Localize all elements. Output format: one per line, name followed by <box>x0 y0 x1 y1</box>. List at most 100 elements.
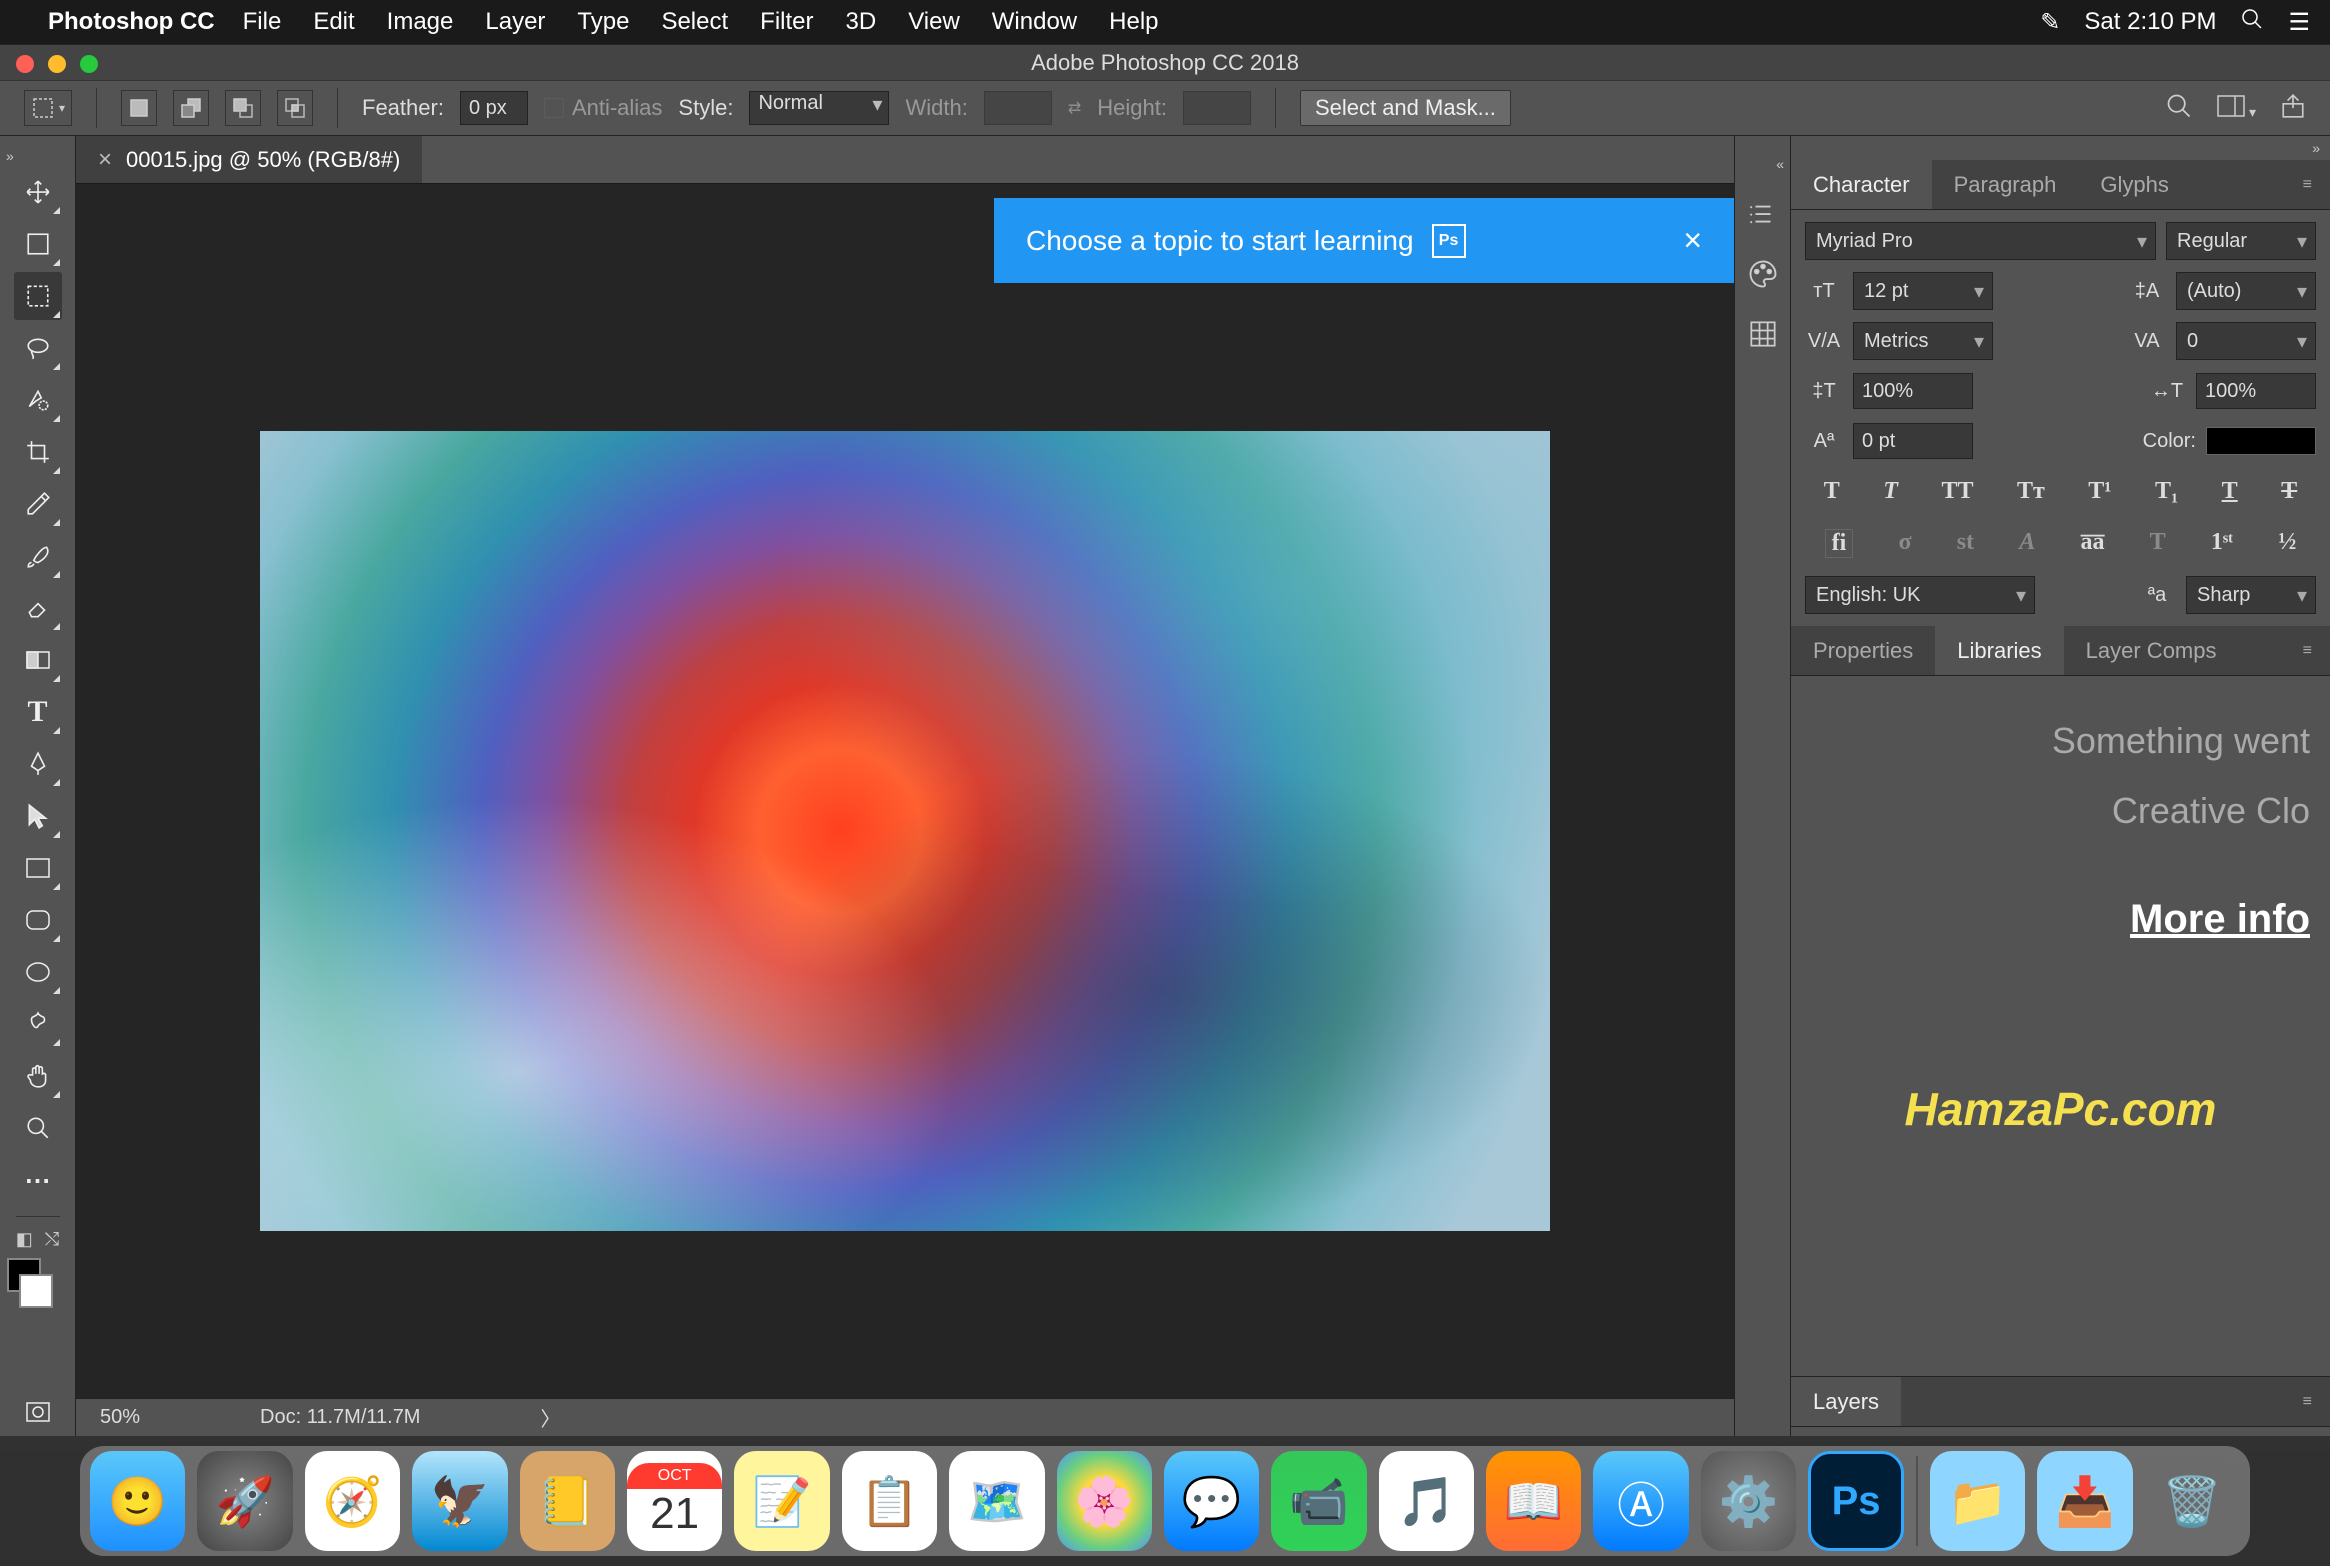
add-selection-icon[interactable] <box>173 90 209 126</box>
dock-facetime[interactable]: 📹 <box>1271 1451 1366 1551</box>
dock-system-preferences[interactable]: ⚙️ <box>1701 1451 1796 1551</box>
contextual-alt-button[interactable]: σ <box>1898 529 1911 558</box>
kerning-dropdown[interactable]: Metrics <box>1853 322 1993 360</box>
tracking-dropdown[interactable]: 0 <box>2176 322 2316 360</box>
history-icon[interactable] <box>1745 196 1781 232</box>
dock-photoshop[interactable]: Ps <box>1808 1451 1904 1551</box>
workspace-switcher-icon[interactable]: ▾ <box>2217 95 2256 122</box>
dock-safari[interactable]: 🧭 <box>305 1451 400 1551</box>
document-tab[interactable]: × 00015.jpg @ 50% (RGB/8#) <box>76 136 422 183</box>
dock-trash[interactable]: 🗑️ <box>2145 1451 2240 1551</box>
dock-reminders[interactable]: 📋 <box>842 1451 937 1551</box>
select-and-mask-button[interactable]: Select and Mask... <box>1300 90 1511 126</box>
tooltip-close-icon[interactable]: × <box>1683 222 1702 259</box>
canvas[interactable]: Choose a topic to start learning Ps × <box>76 184 1734 1398</box>
menu-window[interactable]: Window <box>992 8 1077 36</box>
menubar-datetime[interactable]: Sat 2:10 PM <box>2084 8 2216 36</box>
menu-select[interactable]: Select <box>661 8 728 36</box>
horiz-scale-input[interactable] <box>2196 373 2316 409</box>
crop-tool[interactable] <box>14 428 62 476</box>
subscript-button[interactable]: T₁ <box>2155 478 2178 505</box>
swash-button[interactable]: A <box>2019 529 2035 558</box>
allcaps-button[interactable]: TT <box>1941 478 1973 505</box>
smallcaps-button[interactable]: Tᴛ <box>2017 478 2045 505</box>
baseline-shift-input[interactable] <box>1853 423 1973 459</box>
menu-3d[interactable]: 3D <box>846 8 877 36</box>
ligatures-button[interactable]: fi <box>1825 529 1854 558</box>
edit-toolbar-icon[interactable]: ⋯ <box>14 1156 62 1204</box>
panels-collapse-icon[interactable]: » <box>1791 136 2330 160</box>
dock-itunes[interactable]: 🎵 <box>1379 1451 1474 1551</box>
menu-edit[interactable]: Edit <box>313 8 354 36</box>
menu-view[interactable]: View <box>908 8 960 36</box>
dock-launchpad[interactable]: 🚀 <box>197 1451 292 1551</box>
tab-libraries[interactable]: Libraries <box>1935 626 2063 675</box>
dock-calendar[interactable]: OCT 21 <box>627 1451 722 1551</box>
bold-button[interactable]: T <box>1824 478 1840 505</box>
fractions-button[interactable]: ½ <box>2278 529 2296 558</box>
lasso-tool[interactable] <box>14 324 62 372</box>
more-info-link[interactable]: More info <box>2130 897 2310 942</box>
dock-applications-folder[interactable]: 📁 <box>1930 1451 2025 1551</box>
tab-properties[interactable]: Properties <box>1791 626 1935 675</box>
zoom-tool[interactable] <box>14 1104 62 1152</box>
text-color-swatch[interactable] <box>2206 427 2316 455</box>
eraser-tool[interactable] <box>14 584 62 632</box>
subtract-selection-icon[interactable] <box>225 90 261 126</box>
menu-file[interactable]: File <box>243 8 282 36</box>
menu-type[interactable]: Type <box>577 8 629 36</box>
superscript-button[interactable]: T¹ <box>2088 478 2111 505</box>
dock-messages[interactable]: 💬 <box>1164 1451 1259 1551</box>
quick-selection-tool[interactable] <box>14 376 62 424</box>
rectangle-tool[interactable] <box>14 844 62 892</box>
tab-paragraph[interactable]: Paragraph <box>1932 160 2079 209</box>
color-swatches[interactable] <box>13 1258 63 1308</box>
italic-button[interactable]: T <box>1883 478 1898 505</box>
vert-scale-input[interactable] <box>1853 373 1973 409</box>
style-dropdown[interactable]: Normal <box>749 91 889 125</box>
dock-notes[interactable]: 📝 <box>734 1451 829 1551</box>
menu-layer[interactable]: Layer <box>485 8 545 36</box>
dock-photos[interactable]: 🌸 <box>1057 1451 1152 1551</box>
status-flyout-icon[interactable]: 〉 <box>540 1403 560 1432</box>
window-close-button[interactable] <box>16 55 34 73</box>
grid-icon[interactable] <box>1745 316 1781 352</box>
menu-filter[interactable]: Filter <box>760 8 813 36</box>
font-size-dropdown[interactable]: 12 pt <box>1853 272 1993 310</box>
hand-tool[interactable] <box>14 1052 62 1100</box>
dock-mail[interactable]: 🦅 <box>412 1451 507 1551</box>
feather-input[interactable] <box>460 91 528 125</box>
default-colors-icon[interactable]: ◧ <box>16 1229 33 1250</box>
notification-center-icon[interactable]: ☰ <box>2288 8 2310 37</box>
background-color[interactable] <box>19 1274 53 1308</box>
toolbar-expand-icon[interactable]: » <box>6 148 14 164</box>
strikethrough-button[interactable]: T <box>2281 478 2297 505</box>
dock-contacts[interactable]: 📒 <box>520 1451 615 1551</box>
window-maximize-button[interactable] <box>80 55 98 73</box>
swap-colors-icon[interactable]: ⤭ <box>45 1229 59 1250</box>
rectangular-marquee-tool[interactable] <box>14 272 62 320</box>
share-icon[interactable] <box>2280 93 2306 124</box>
panel-menu-icon[interactable]: ≡ <box>2285 176 2330 194</box>
dock-appstore[interactable]: Ⓐ <box>1593 1451 1688 1551</box>
zoom-level[interactable]: 50% <box>100 1406 140 1429</box>
font-style-dropdown[interactable]: Regular <box>2166 222 2316 260</box>
gradient-tool[interactable] <box>14 636 62 684</box>
search-icon[interactable] <box>2165 92 2193 125</box>
titling-alt-button[interactable]: T <box>2150 529 2166 558</box>
underline-button[interactable]: T <box>2222 478 2238 505</box>
ordinals-button[interactable]: 1ˢᵗ <box>2211 529 2233 558</box>
move-tool[interactable] <box>14 168 62 216</box>
language-dropdown[interactable]: English: UK <box>1805 576 2035 614</box>
artboard-tool[interactable] <box>14 220 62 268</box>
pen-tool[interactable] <box>14 740 62 788</box>
discretionary-button[interactable]: st <box>1957 529 1974 558</box>
dock-downloads-folder[interactable]: 📥 <box>2037 1451 2132 1551</box>
tab-glyphs[interactable]: Glyphs <box>2078 160 2190 209</box>
stylistic-alt-button[interactable]: a̅a̅ <box>2080 529 2104 558</box>
tab-layers[interactable]: Layers <box>1791 1377 1901 1426</box>
menu-image[interactable]: Image <box>387 8 454 36</box>
tab-layer-comps[interactable]: Layer Comps <box>2064 626 2239 675</box>
quick-mask-icon[interactable] <box>14 1388 62 1436</box>
dock-ibooks[interactable]: 📖 <box>1486 1451 1581 1551</box>
